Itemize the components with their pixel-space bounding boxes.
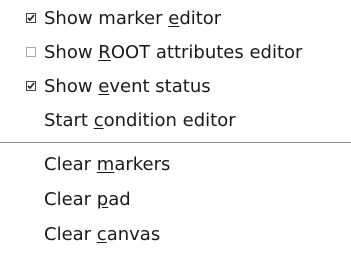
menu-item-show-event-status[interactable]: Show event status: [0, 72, 351, 102]
menu-item-show-marker-editor[interactable]: Show marker editor: [0, 4, 351, 34]
menu-item-clear-markers[interactable]: Clear markers: [0, 150, 351, 180]
checkbox-checked-icon[interactable]: [26, 13, 36, 23]
checkbox-unchecked-icon[interactable]: [26, 47, 36, 57]
menu-item-label: Clear canvas: [44, 224, 161, 245]
checkbox-checked-icon[interactable]: [26, 81, 36, 91]
menu-item-label: Start condition editor: [44, 110, 236, 131]
menu-item-label: Show event status: [44, 76, 211, 97]
menu-item-label: Clear pad: [44, 189, 131, 210]
menu-separator: [0, 142, 351, 144]
menu-item-clear-canvas[interactable]: Clear canvas: [0, 220, 351, 250]
context-menu: Show marker editor Show ROOT attributes …: [0, 0, 351, 268]
menu-item-show-root-attributes-editor[interactable]: Show ROOT attributes editor: [0, 38, 351, 68]
menu-item-label: Clear markers: [44, 154, 171, 175]
menu-item-label: Show ROOT attributes editor: [44, 42, 303, 63]
menu-item-start-condition-editor[interactable]: Start condition editor: [0, 106, 351, 136]
menu-item-label: Show marker editor: [44, 8, 222, 29]
menu-item-clear-pad[interactable]: Clear pad: [0, 185, 351, 215]
